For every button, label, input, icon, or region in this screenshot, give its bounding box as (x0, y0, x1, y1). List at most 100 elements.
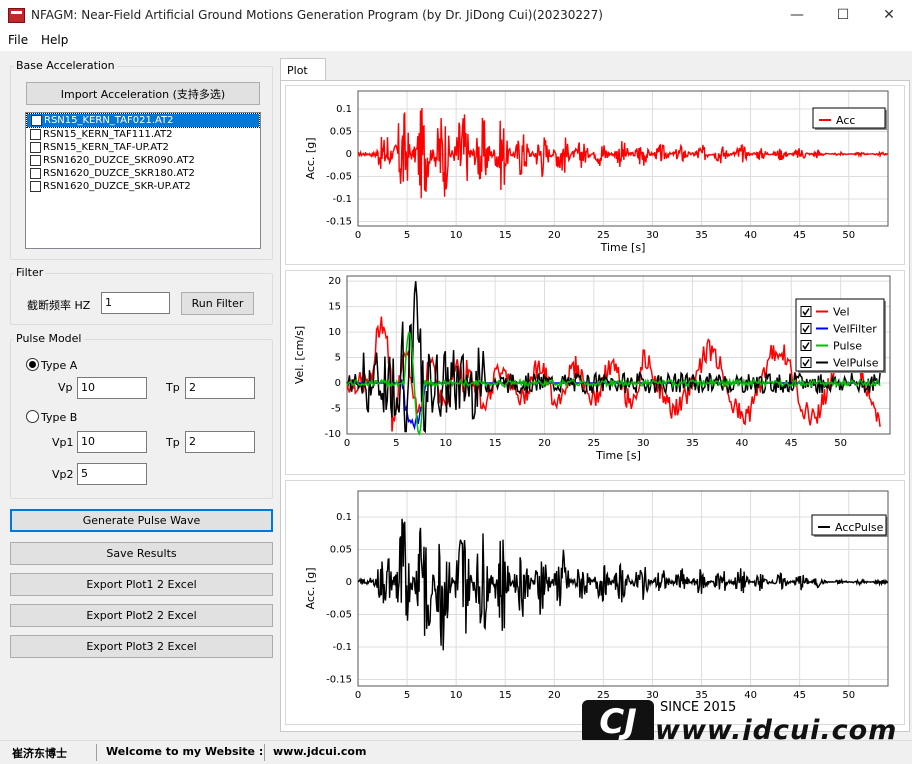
x-tick-label: 40 (736, 438, 749, 449)
checkbox[interactable] (30, 129, 41, 140)
chart-velocity[interactable]: 0 5 10 15 20 25 30 35 40 45 50 20 15 10 5 0 -5 -10 Time [s… (285, 270, 905, 475)
chart-acceleration[interactable]: 0 5 10 15 20 25 30 35 40 45 50 0.1 0.05 0 -0.05 -0.1 -0.… (285, 85, 905, 265)
legend-label: Pulse (833, 340, 862, 353)
y-tick-label: -0.15 (326, 675, 352, 686)
chart-acc-pulse-svg: 0 5 10 15 20 25 30 35 40 45 500.10.050-0.05-0.1-0.… (304, 490, 889, 714)
menu-help[interactable]: Help (41, 33, 68, 47)
y-tick-label: -0.1 (332, 194, 352, 205)
x-tick-label: 0 (344, 438, 350, 449)
x-tick-label: 5 (393, 438, 399, 449)
y-tick-label: 0.1 (336, 104, 352, 115)
menu-file[interactable]: File (8, 33, 28, 47)
x-tick-label: 25 (587, 438, 600, 449)
tp-b-label: Tp (166, 436, 180, 449)
type-b-radio[interactable] (26, 410, 39, 423)
y-tick-label: 0.05 (330, 545, 352, 556)
series-line-accpulse (357, 518, 889, 651)
y-tick-label: -5 (331, 404, 341, 415)
legend-checkbox (800, 340, 812, 351)
checkbox[interactable] (30, 168, 41, 179)
tab-plot[interactable]: Plot (280, 58, 326, 80)
watermark-logo: CJ (582, 700, 654, 744)
legend-label: VelPulse (833, 357, 879, 370)
legend-checkbox (800, 357, 812, 368)
status-url[interactable]: www.jdcui.com (273, 745, 366, 758)
x-tick-label: 0 (355, 690, 361, 701)
vp1-input[interactable]: 10 (77, 431, 147, 453)
vp2-label: Vp2 (52, 468, 74, 481)
export-plot3-button[interactable]: Export Plot3 2 Excel (10, 635, 273, 658)
save-results-button[interactable]: Save Results (10, 542, 273, 565)
checkbox[interactable] (30, 142, 41, 153)
series-line-acc (357, 107, 888, 199)
run-filter-button[interactable]: Run Filter (181, 292, 254, 315)
list-item[interactable]: RSN15_KERN_TAF111.AT2 (26, 128, 260, 141)
x-tick-label: 45 (793, 690, 806, 701)
checkbox[interactable] (30, 181, 41, 192)
legend-checkbox (800, 306, 812, 317)
x-tick-label: 40 (744, 690, 757, 701)
type-b-label[interactable]: Type B (41, 411, 77, 424)
y-tick-label: 20 (328, 276, 341, 287)
list-item[interactable]: RSN1620_DUZCE_SKR090.AT2 (26, 154, 260, 167)
list-item[interactable]: RSN1620_DUZCE_SKR180.AT2 (26, 167, 260, 180)
type-a-label[interactable]: Type A (41, 359, 77, 372)
x-tick-label: 20 (538, 438, 551, 449)
maximize-button[interactable]: ☐ (820, 0, 866, 30)
status-separator (264, 744, 265, 761)
y-tick-label: 0 (346, 149, 352, 160)
type-a-radio[interactable] (26, 358, 39, 371)
x-axis-label: Time [s] (595, 449, 641, 462)
list-item[interactable]: RSN15_KERN_TAF021.AT2 (26, 113, 260, 128)
export-plot2-button[interactable]: Export Plot2 2 Excel (10, 604, 273, 627)
legend-label: VelFilter (833, 323, 877, 336)
pulse-model-label: Pulse Model (14, 332, 84, 345)
checkbox[interactable] (31, 115, 42, 126)
import-acceleration-button[interactable]: Import Acceleration (支持多选) (26, 82, 260, 105)
y-tick-label: 0.05 (330, 127, 352, 138)
cutoff-input[interactable]: 1 (101, 292, 170, 314)
x-tick-label: 10 (450, 690, 463, 701)
x-tick-label: 20 (548, 690, 561, 701)
list-item[interactable]: RSN1620_DUZCE_SKR-UP.AT2 (26, 180, 260, 193)
y-tick-label: -0.1 (332, 642, 352, 653)
x-tick-label: 10 (450, 230, 463, 241)
tp-input[interactable]: 2 (185, 377, 255, 399)
x-tick-label: 35 (695, 230, 708, 241)
x-tick-label: 15 (499, 690, 512, 701)
chart-acceleration-svg: 0 5 10 15 20 25 30 35 40 45 50 0.1 0.05 0 -0.05 -0.1 -0.… (304, 90, 889, 254)
vp2-input[interactable]: 5 (77, 463, 147, 485)
status-separator (96, 744, 97, 761)
status-bar: 崔济东博士 Welcome to my Website : www.jdcui.… (0, 740, 912, 764)
file-list[interactable]: RSN15_KERN_TAF021.AT2 RSN15_KERN_TAF111.… (25, 112, 261, 249)
y-tick-label: 0 (346, 577, 352, 588)
y-tick-label: -0.05 (326, 172, 352, 183)
y-axis-label: Acc. [g] (304, 138, 317, 180)
x-tick-label: 45 (785, 438, 798, 449)
status-welcome: Welcome to my Website : (106, 745, 264, 758)
y-tick-label: -0.05 (326, 610, 352, 621)
y-tick-label: -10 (325, 429, 341, 440)
list-item[interactable]: RSN15_KERN_TAF-UP.AT2 (26, 141, 260, 154)
chart-velocity-svg: 0 5 10 15 20 25 30 35 40 45 5020151050-5-10Time [s… (293, 275, 891, 462)
x-tick-label: 25 (597, 230, 610, 241)
checkbox[interactable] (30, 155, 41, 166)
x-axis-label: Time [s] (600, 241, 646, 254)
close-button[interactable]: ✕ (866, 0, 912, 30)
x-tick-label: 50 (842, 230, 855, 241)
base-acceleration-label: Base Acceleration (14, 59, 117, 72)
export-plot1-button[interactable]: Export Plot1 2 Excel (10, 573, 273, 596)
vp1-label: Vp1 (52, 436, 74, 449)
x-tick-label: 15 (499, 230, 512, 241)
minimize-button[interactable]: — (774, 0, 820, 30)
vp-input[interactable]: 10 (77, 377, 147, 399)
cutoff-label: 截断频率 HZ (27, 299, 91, 312)
x-tick-label: 5 (404, 230, 410, 241)
generate-pulse-wave-button[interactable]: Generate Pulse Wave (10, 509, 273, 532)
tp-b-input[interactable]: 2 (185, 431, 255, 453)
chart-acc-pulse[interactable]: 0 5 10 15 20 25 30 35 40 45 50 0.1 0.05 0 -0.05 -0.1 -0.… (285, 480, 905, 725)
filter-label: Filter (14, 266, 46, 279)
legend-label: Acc (836, 114, 855, 127)
menu-bar: File Help (0, 30, 912, 51)
legend-checkbox (800, 323, 812, 334)
